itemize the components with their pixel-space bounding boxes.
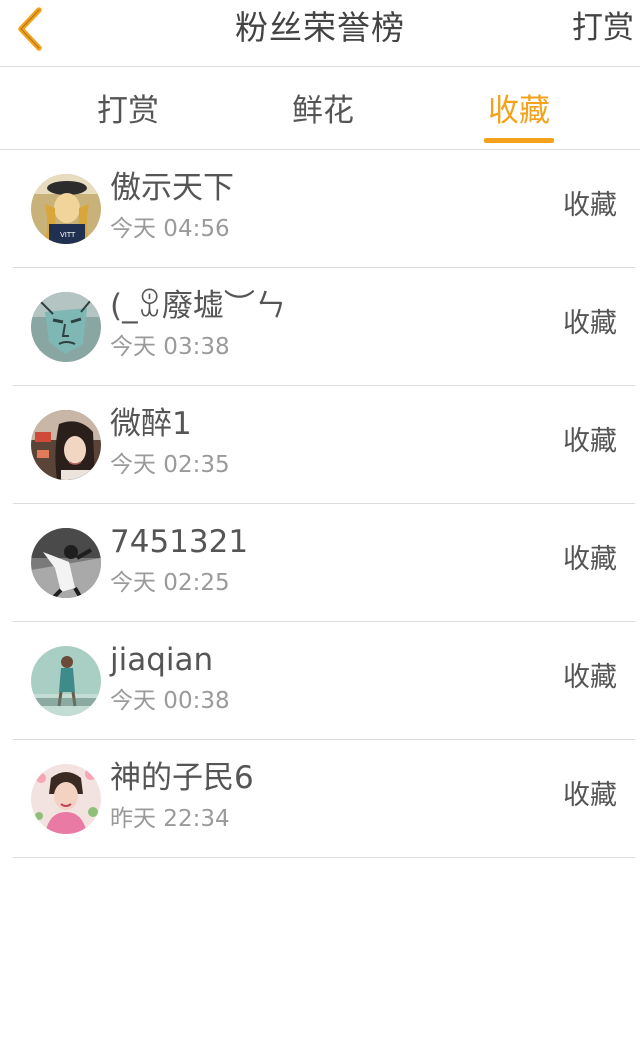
- avatar[interactable]: [31, 528, 101, 598]
- avatar[interactable]: [31, 764, 101, 834]
- avatar[interactable]: [31, 410, 101, 480]
- avatar-pink-photo-icon: [31, 764, 101, 834]
- timestamp: 昨天 22:34: [110, 806, 230, 832]
- page-title: 粉丝荣誉榜: [235, 8, 405, 47]
- timestamp: 今天 03:38: [110, 334, 230, 360]
- avatar-teal-photo-icon: [31, 646, 101, 716]
- avatar-girl-photo-icon: [31, 410, 101, 480]
- action-type-label: 收藏: [563, 780, 617, 811]
- avatar[interactable]: [31, 292, 101, 362]
- user-name: 微醉1: [110, 406, 192, 442]
- active-tab-indicator: [484, 138, 554, 143]
- tab-reward[interactable]: 打赏: [68, 89, 188, 133]
- user-name: 傲示天下: [110, 170, 234, 206]
- tab-favorites[interactable]: 收藏: [459, 89, 579, 133]
- list-item[interactable]: jiaqian 今天 00:38 收藏: [13, 622, 635, 740]
- avatar-bw-photo-icon: [31, 528, 101, 598]
- fan-list: VITT 傲示天下 今天 04:56 收藏 (_ꀾ廢墟︶ㄣ 今天 03:38 收…: [0, 150, 640, 858]
- timestamp: 今天 04:56: [110, 216, 230, 242]
- avatar-girl-hat-icon: VITT: [31, 174, 101, 244]
- action-type-label: 收藏: [563, 544, 617, 575]
- timestamp: 今天 00:38: [110, 688, 230, 714]
- user-name: (_ꀾ廢墟︶ㄣ: [110, 288, 286, 324]
- header-bar: 粉丝荣誉榜 打赏: [0, 0, 640, 67]
- timestamp: 今天 02:25: [110, 570, 230, 596]
- action-type-label: 收藏: [563, 662, 617, 693]
- action-type-label: 收藏: [563, 426, 617, 457]
- user-name: jiaqian: [110, 642, 214, 678]
- list-item[interactable]: 微醉1 今天 02:35 收藏: [13, 386, 635, 504]
- reward-button[interactable]: 打赏: [572, 6, 634, 50]
- list-item[interactable]: (_ꀾ廢墟︶ㄣ 今天 03:38 收藏: [13, 268, 635, 386]
- timestamp: 今天 02:35: [110, 452, 230, 478]
- page: 粉丝荣誉榜 打赏 打赏 鲜花 收藏 VITT 傲示天下 今天 04:56 收藏 …: [0, 0, 640, 1048]
- list-item[interactable]: 神的子民6 昨天 22:34 收藏: [13, 740, 635, 858]
- action-type-label: 收藏: [563, 190, 617, 221]
- list-item[interactable]: VITT 傲示天下 今天 04:56 收藏: [13, 150, 635, 268]
- user-name: 7451321: [110, 524, 249, 560]
- tab-flowers[interactable]: 鲜花: [263, 89, 383, 133]
- avatar[interactable]: VITT: [31, 174, 101, 244]
- avatar-green-face-icon: [31, 292, 101, 362]
- avatar[interactable]: [31, 646, 101, 716]
- list-item[interactable]: 7451321 今天 02:25 收藏: [13, 504, 635, 622]
- user-name: 神的子民6: [110, 760, 254, 796]
- svg-text:VITT: VITT: [60, 231, 76, 239]
- action-type-label: 收藏: [563, 308, 617, 339]
